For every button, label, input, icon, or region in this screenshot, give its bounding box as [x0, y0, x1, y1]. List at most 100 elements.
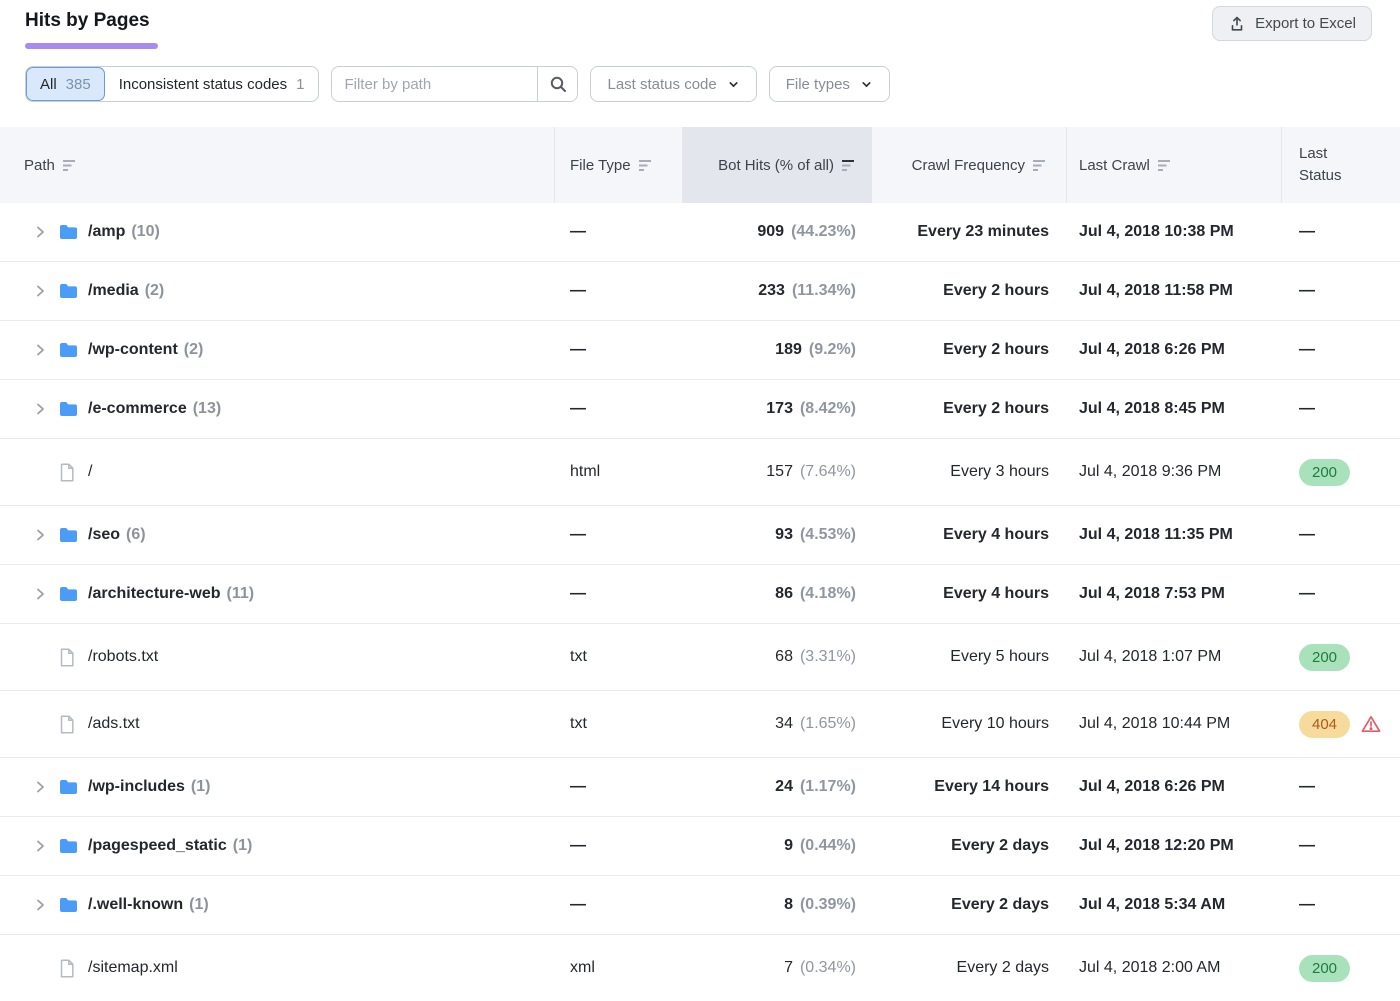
table-row[interactable]: /sitemap.xmlxml7(0.34%)Every 2 daysJul 4…	[0, 935, 1400, 1001]
path-cell: /seo (6)	[0, 526, 555, 544]
table-row[interactable]: /robots.txttxt68(3.31%)Every 5 hoursJul …	[0, 624, 1400, 691]
folder-icon	[59, 401, 78, 417]
path-cell: /.well-known(1)	[0, 896, 555, 914]
last-status-cell: 200	[1282, 644, 1400, 671]
table-row[interactable]: /media(2)—233(11.34%)Every 2 hoursJul 4,…	[0, 262, 1400, 321]
export-to-excel-button[interactable]: Export to Excel	[1212, 6, 1372, 41]
crawl-frequency-cell: Every 2 days	[872, 896, 1067, 914]
table-row[interactable]: /e-commerce(13)—173(8.42%)Every 2 hoursJ…	[0, 380, 1400, 439]
column-header-last-crawl[interactable]: Last Crawl	[1067, 127, 1282, 203]
search-button[interactable]	[537, 67, 577, 101]
folder-icon	[59, 283, 78, 299]
file-icon	[59, 959, 78, 978]
last-status-cell: —	[1282, 400, 1400, 418]
path-cell: /ads.txt	[0, 715, 555, 734]
chevron-spacer	[32, 649, 48, 665]
bot-hits-value: 9	[784, 837, 793, 854]
file-type-cell: —	[555, 526, 683, 544]
column-header-bot-hits[interactable]: Bot Hits (% of all)	[683, 127, 872, 203]
bot-hits-cell: 157(7.64%)	[683, 463, 872, 481]
path-count: (6)	[126, 526, 146, 544]
table-row[interactable]: /seo(6)—93(4.53%)Every 4 hoursJul 4, 201…	[0, 506, 1400, 565]
path-cell: /sitemap.xml	[0, 959, 555, 978]
column-header-path[interactable]: Path	[0, 127, 555, 203]
table-row[interactable]: /.well-known(1)—8(0.39%)Every 2 daysJul …	[0, 876, 1400, 935]
bot-hits-percent: (8.42%)	[800, 400, 856, 417]
path-cell: /	[0, 463, 555, 482]
expand-chevron-icon[interactable]	[32, 342, 48, 358]
last-crawl-cell: Jul 4, 2018 10:44 PM	[1067, 715, 1282, 733]
path-count: (1)	[191, 778, 211, 796]
sort-icon[interactable]	[1033, 159, 1048, 172]
last-status-cell: —	[1282, 341, 1400, 359]
bot-hits-value: 909	[757, 223, 784, 240]
chevron-down-icon	[727, 78, 740, 91]
bot-hits-value: 86	[775, 585, 793, 602]
path-filter	[331, 66, 578, 102]
last-status-cell: 404	[1282, 711, 1400, 738]
expand-chevron-icon[interactable]	[32, 838, 48, 854]
table-row[interactable]: /pagespeed_static(1)—9(0.44%)Every 2 day…	[0, 817, 1400, 876]
tab-all[interactable]: All 385	[26, 67, 105, 101]
column-header-last-status[interactable]: Last Status	[1282, 127, 1400, 203]
expand-chevron-icon[interactable]	[32, 779, 48, 795]
file-type-cell: txt	[555, 648, 683, 666]
bot-hits-percent: (4.18%)	[800, 585, 856, 602]
sort-icon[interactable]	[63, 159, 78, 172]
bot-hits-cell: 68(3.31%)	[683, 648, 872, 666]
file-type-cell: txt	[555, 715, 683, 733]
status-badge: 200	[1299, 955, 1350, 982]
path-cell: /e-commerce(13)	[0, 400, 555, 418]
bot-hits-percent: (4.53%)	[800, 526, 856, 543]
sort-icon[interactable]	[1158, 159, 1173, 172]
crawl-frequency-cell: Every 4 hours	[872, 585, 1067, 603]
column-header-crawl-frequency[interactable]: Crawl Frequency	[872, 127, 1067, 203]
table-row[interactable]: /wp-content(2)—189(9.2%)Every 2 hoursJul…	[0, 321, 1400, 380]
sort-descending-icon[interactable]	[842, 159, 857, 172]
bot-hits-cell: 9(0.44%)	[683, 837, 872, 855]
path-label: /wp-includes	[88, 778, 185, 796]
bot-hits-percent: (44.23%)	[791, 223, 856, 240]
path-label: /seo	[88, 526, 120, 544]
bot-hits-cell: 233(11.34%)	[683, 282, 872, 300]
sort-icon[interactable]	[639, 159, 654, 172]
column-header-file-type[interactable]: File Type	[555, 127, 683, 203]
table-row[interactable]: /html157(7.64%)Every 3 hoursJul 4, 2018 …	[0, 439, 1400, 506]
file-icon	[59, 463, 78, 482]
table-row[interactable]: /architecture-web(11)—86(4.18%)Every 4 h…	[0, 565, 1400, 624]
chevron-down-icon	[860, 78, 873, 91]
last-status-cell: —	[1282, 526, 1400, 544]
file-type-cell: —	[555, 282, 683, 300]
crawl-frequency-cell: Every 4 hours	[872, 526, 1067, 544]
path-cell: /wp-content(2)	[0, 341, 555, 359]
expand-chevron-icon[interactable]	[32, 283, 48, 299]
path-count: (2)	[184, 341, 204, 359]
path-filter-input[interactable]	[332, 76, 537, 93]
expand-chevron-icon[interactable]	[32, 224, 48, 240]
tab-inconsistent-status-codes[interactable]: Inconsistent status codes 1	[105, 67, 319, 101]
path-label: /architecture-web	[88, 585, 220, 603]
bot-hits-value: 233	[758, 282, 785, 299]
table-row[interactable]: /ads.txttxt34(1.65%)Every 10 hoursJul 4,…	[0, 691, 1400, 758]
bot-hits-value: 34	[775, 715, 793, 732]
file-type-cell: —	[555, 341, 683, 359]
bot-hits-value: 7	[784, 959, 793, 976]
expand-chevron-icon[interactable]	[32, 586, 48, 602]
bot-hits-cell: 7(0.34%)	[683, 959, 872, 977]
path-count: (11)	[226, 585, 254, 603]
crawl-frequency-cell: Every 2 days	[872, 837, 1067, 855]
file-types-dropdown[interactable]: File types	[769, 66, 890, 102]
crawl-frequency-cell: Every 5 hours	[872, 648, 1067, 666]
table-row[interactable]: /wp-includes(1)—24(1.17%)Every 14 hoursJ…	[0, 758, 1400, 817]
path-label: /e-commerce	[88, 400, 187, 418]
last-status-code-dropdown[interactable]: Last status code	[590, 66, 756, 102]
folder-icon	[59, 342, 78, 358]
expand-chevron-icon[interactable]	[32, 401, 48, 417]
table-row[interactable]: /amp(10)—909(44.23%)Every 23 minutesJul …	[0, 203, 1400, 262]
path-label: /sitemap.xml	[88, 959, 178, 977]
status-badge: 200	[1299, 459, 1350, 486]
bot-hits-cell: 86 (4.18%)	[683, 585, 872, 603]
expand-chevron-icon[interactable]	[32, 897, 48, 913]
expand-chevron-icon[interactable]	[32, 527, 48, 543]
last-crawl-cell: Jul 4, 2018 11:35 PM	[1067, 526, 1282, 544]
